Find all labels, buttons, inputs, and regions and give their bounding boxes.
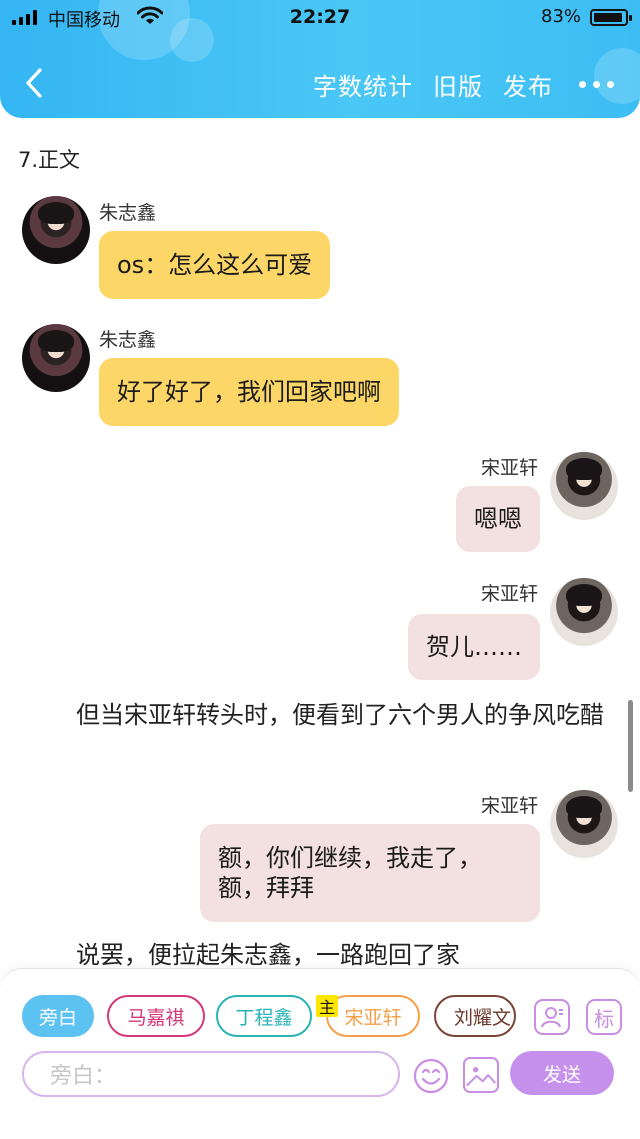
battery-percent: 83% bbox=[541, 6, 582, 27]
avatar[interactable] bbox=[550, 578, 618, 646]
message-bubble[interactable]: 好了好了，我们回家吧啊 bbox=[99, 358, 399, 426]
more-dots-icon[interactable] bbox=[579, 80, 614, 88]
sender-name: 宋亚轩 bbox=[480, 457, 538, 479]
scrollbar[interactable] bbox=[628, 700, 633, 792]
avatar[interactable] bbox=[550, 790, 618, 858]
message-line: 额，拜拜 bbox=[218, 874, 314, 902]
narration-text: 但当宋亚轩转头时，便看到了六个男人的争风吃醋 bbox=[76, 701, 604, 729]
role-chip-ma-jiaqi[interactable]: 马嘉祺 bbox=[107, 995, 205, 1037]
avatar[interactable] bbox=[550, 452, 618, 520]
sender-name: 宋亚轩 bbox=[480, 795, 538, 817]
sender-name: 宋亚轩 bbox=[480, 583, 538, 605]
person-chat-icon[interactable] bbox=[534, 999, 570, 1035]
smiley-icon[interactable] bbox=[412, 1057, 450, 1095]
battery-icon bbox=[590, 9, 632, 26]
top-header: 中国移动 22:27 83% 字数统计 旧版 发布 bbox=[0, 0, 640, 118]
message-bubble[interactable]: 额，你们继续，我走了， 额，拜拜 bbox=[200, 824, 540, 922]
avatar[interactable] bbox=[22, 196, 90, 264]
role-chip-ding-chengxin[interactable]: 丁程鑫 bbox=[216, 995, 312, 1037]
message-bubble[interactable]: os：怎么这么可爱 bbox=[99, 231, 331, 299]
avatar[interactable] bbox=[22, 324, 90, 392]
section-title: 7.正文 bbox=[18, 148, 81, 172]
narration-text: 说罢，便拉起朱志鑫，一路跑回了家 bbox=[76, 941, 460, 969]
mark-button[interactable]: 标 bbox=[586, 999, 622, 1035]
image-icon[interactable] bbox=[463, 1057, 499, 1093]
role-chip-song-yaxuan[interactable]: 宋亚轩 bbox=[326, 995, 420, 1037]
message-bubble[interactable]: 嗯嗯 bbox=[456, 486, 540, 552]
message-bubble[interactable]: 贺儿…… bbox=[408, 614, 540, 680]
header-actions: 字数统计 旧版 发布 bbox=[293, 66, 640, 102]
word-count-button[interactable]: 字数统计 bbox=[313, 67, 413, 102]
role-chip-liu-yaowen[interactable]: 刘耀文 bbox=[434, 995, 516, 1037]
old-version-button[interactable]: 旧版 bbox=[433, 67, 483, 102]
story-content[interactable]: 7.正文 朱志鑫 os：怎么这么可爱 朱志鑫 好了好了，我们回家吧啊 宋亚轩 嗯… bbox=[0, 118, 640, 970]
send-button[interactable]: 发送 bbox=[510, 1051, 614, 1095]
sender-name: 朱志鑫 bbox=[99, 329, 157, 351]
status-bar: 中国移动 22:27 83% bbox=[0, 0, 640, 36]
message-line: 额，你们继续，我走了， bbox=[218, 844, 482, 872]
publish-button[interactable]: 发布 bbox=[503, 67, 553, 102]
host-badge: 主 bbox=[316, 995, 338, 1017]
sender-name: 朱志鑫 bbox=[99, 202, 157, 224]
composer-panel: 旁白 马嘉祺 丁程鑫 宋亚轩 主 刘耀文 标 旁白： 发送 bbox=[0, 968, 640, 1139]
back-chevron-icon[interactable] bbox=[20, 66, 50, 100]
role-chip-narration[interactable]: 旁白 bbox=[22, 995, 94, 1037]
message-input[interactable]: 旁白： bbox=[22, 1051, 400, 1097]
